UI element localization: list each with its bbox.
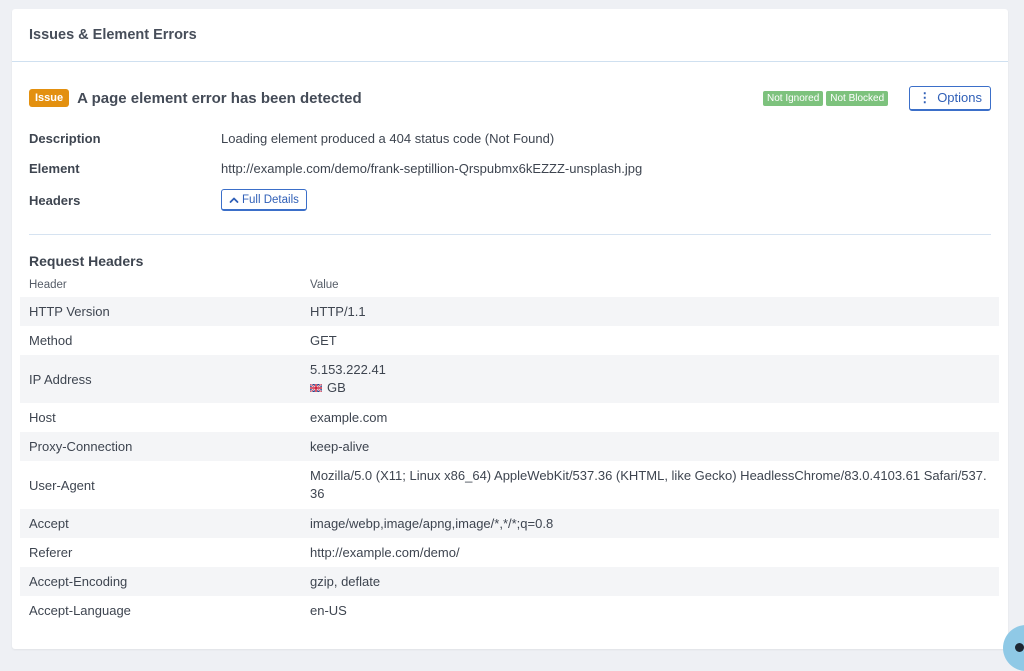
column-header-value: Value	[310, 279, 339, 291]
table-row: HTTP Version HTTP/1.1	[20, 297, 999, 326]
issue-title: A page element error has been detected	[77, 89, 362, 107]
header-value: http://example.com/demo/	[310, 544, 460, 560]
table-row: User-Agent Mozilla/5.0 (X11; Linux x86_6…	[20, 461, 999, 509]
header-value: Mozilla/5.0 (X11; Linux x86_64) AppleWeb…	[310, 468, 987, 501]
table-row: Host example.com	[20, 403, 999, 432]
header-name: User-Agent	[29, 477, 95, 493]
description-label: Description	[29, 131, 101, 146]
header-value: HTTP/1.1	[310, 303, 366, 319]
full-details-button[interactable]: Full Details	[221, 189, 307, 211]
table-header-row: Header Value	[20, 273, 999, 297]
header-value-cell: 5.153.222.41 GB	[310, 361, 999, 397]
detail-row-element: Element http://example.com/demo/frank-se…	[29, 161, 642, 176]
chevron-up-icon	[229, 197, 239, 203]
table-row: Accept image/webp,image/apng,image/*,*/*…	[20, 509, 999, 538]
header-value: gzip, deflate	[310, 573, 381, 589]
header-name: HTTP Version	[29, 304, 110, 319]
header-name: IP Address	[29, 371, 92, 387]
section-divider	[29, 234, 991, 235]
header-name: Host	[29, 410, 56, 425]
status-badge-blocked: Not Blocked	[826, 90, 889, 106]
issues-card: Issues & Element Errors Issue A page ele…	[12, 9, 1008, 649]
request-headers-table: Header Value HTTP Version HTTP/1.1 Metho…	[20, 273, 999, 625]
header-name: Accept-Encoding	[29, 574, 128, 589]
status-badges: Not Ignored Not Blocked	[763, 90, 889, 106]
header-value: 5.153.222.41	[310, 362, 386, 377]
table-row: Proxy-Connection keep-alive	[20, 432, 999, 461]
table-row: IP Address 5.153.222.41 GB	[20, 355, 999, 403]
status-badge-ignored: Not Ignored	[763, 90, 824, 106]
issue-badge: Issue	[29, 89, 70, 107]
options-label: Options	[937, 90, 982, 105]
detail-row-headers: Headers Full Details	[29, 189, 307, 211]
header-value: en-US	[310, 602, 347, 618]
header-value: image/webp,image/apng,image/*,*/*;q=0.8	[310, 515, 554, 531]
ip-country: GB	[310, 379, 991, 397]
uk-flag-icon	[310, 384, 322, 392]
header-name: Accept	[29, 516, 69, 531]
header-name: Accept-Language	[29, 603, 131, 618]
headers-label: Headers	[29, 192, 81, 208]
header-name: Proxy-Connection	[29, 439, 133, 454]
chat-icon	[1015, 643, 1024, 652]
ip-country-code: GB	[327, 380, 346, 395]
table-row: Accept-Language en-US	[20, 596, 999, 625]
header-value: example.com	[310, 409, 388, 425]
table-row: Referer http://example.com/demo/	[20, 538, 999, 567]
table-row: Method GET	[20, 326, 999, 355]
kebab-vertical-icon: ⋮	[918, 90, 932, 105]
options-button[interactable]: ⋮ Options	[909, 85, 991, 111]
detail-row-description: Description Loading element produced a 4…	[29, 131, 554, 146]
full-details-label: Full Details	[242, 193, 299, 206]
header-name: Referer	[29, 545, 73, 560]
element-label: Element	[29, 161, 80, 176]
request-headers-title: Request Headers	[29, 253, 144, 269]
issue-row: Issue A page element error has been dete…	[29, 85, 991, 111]
header-value: GET	[310, 332, 337, 348]
element-value: http://example.com/demo/frank-septillion…	[221, 161, 643, 176]
table-row: Accept-Encoding gzip, deflate	[20, 567, 999, 596]
column-header-name: Header	[29, 279, 67, 291]
card-title: Issues & Element Errors	[12, 9, 1008, 62]
description-value: Loading element produced a 404 status co…	[221, 131, 555, 146]
header-name: Method	[29, 333, 73, 348]
header-value: keep-alive	[310, 438, 370, 454]
